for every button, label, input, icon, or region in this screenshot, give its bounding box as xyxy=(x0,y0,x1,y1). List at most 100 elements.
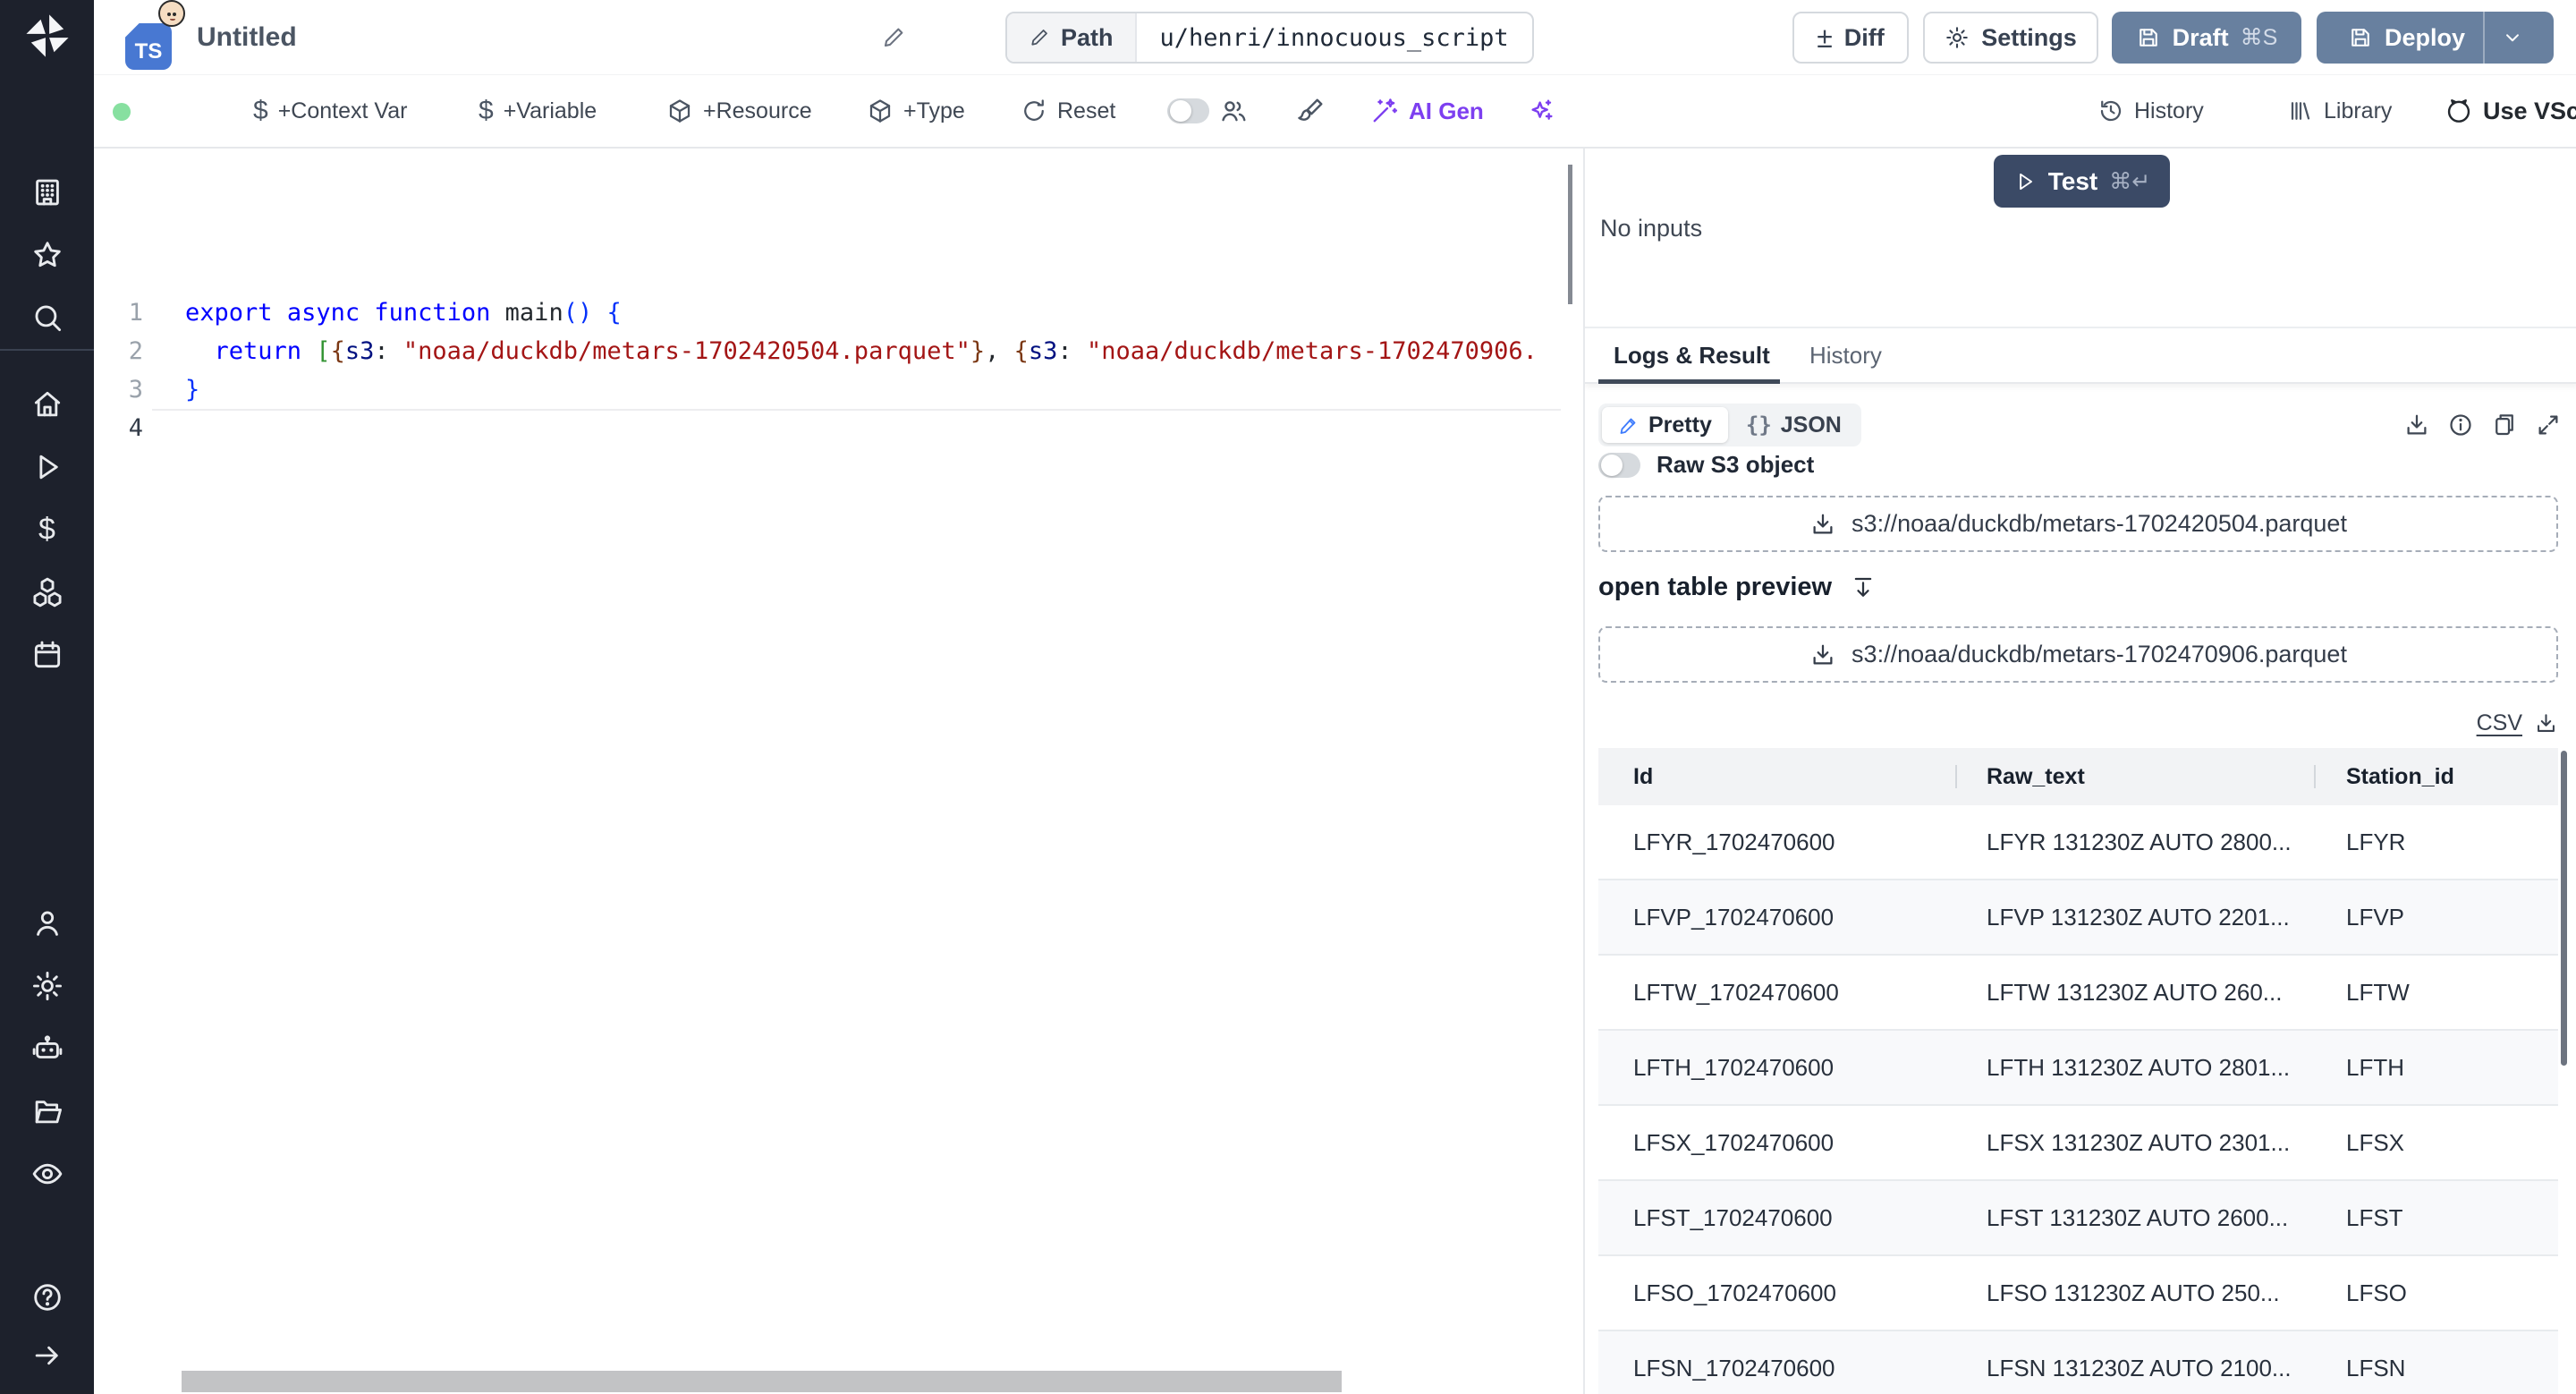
no-inputs-text: No inputs xyxy=(1600,215,1703,242)
tab-logs-result[interactable]: Logs & Result xyxy=(1614,328,1770,382)
add-context-var-label: +Context Var xyxy=(277,98,408,123)
info-icon[interactable] xyxy=(2447,412,2474,438)
sidebar-item-settings[interactable] xyxy=(30,969,64,1003)
add-type-button[interactable]: +Type xyxy=(867,75,965,147)
table-body: LFYR_1702470600 LFYR 131230Z AUTO 2800...… xyxy=(1598,805,2558,1394)
copy-clipboard-icon[interactable] xyxy=(2491,412,2518,438)
csv-export[interactable]: CSV xyxy=(2477,710,2558,736)
draft-button[interactable]: Draft ⌘S xyxy=(2112,12,2301,64)
path-value[interactable]: u/henri/innocuous_script xyxy=(1137,13,1532,62)
add-resource-button[interactable]: +Resource xyxy=(666,75,812,147)
windmill-app: $ TS Untitled Path u/henri/innocuous_scr… xyxy=(0,0,2576,1394)
s3-file-2-label: s3://noaa/duckdb/metars-1702470906.parqu… xyxy=(1852,641,2347,667)
column-separator xyxy=(1955,765,1957,788)
add-context-var-button[interactable]: $ +Context Var xyxy=(253,75,407,147)
table-row: LFYR_1702470600 LFYR 131230Z AUTO 2800...… xyxy=(1598,805,2558,880)
table-cell: LFSN 131230Z AUTO 2100... xyxy=(1987,1354,2292,1381)
column-header-station-id: Station_id xyxy=(2346,763,2454,789)
table-row: LFSO_1702470600 LFSO 131230Z AUTO 250... L… xyxy=(1598,1256,2558,1331)
sidebar-item-favorites[interactable] xyxy=(30,238,64,272)
braces-icon: {} xyxy=(1745,412,1772,438)
code-editor[interactable]: 1 2 3 4 export async function main() { retu… xyxy=(94,149,1583,1394)
sidebar-item-users[interactable] xyxy=(30,906,64,940)
pencil-icon xyxy=(1029,27,1050,48)
chevron-down-icon[interactable] xyxy=(2501,26,2524,49)
sidebar-item-runs[interactable] xyxy=(30,450,64,484)
code-line[interactable] xyxy=(185,409,1538,447)
help-icon[interactable] xyxy=(30,1280,64,1314)
table-scrollbar[interactable] xyxy=(2561,751,2567,1066)
run-panel: Test ⌘↵ No inputs Logs & Result History … xyxy=(1583,149,2576,1394)
ai-sparkles-button[interactable] xyxy=(1527,75,1555,147)
package-icon xyxy=(666,98,693,124)
table-row: LFST_1702470600 LFST 131230Z AUTO 2600...… xyxy=(1598,1181,2558,1256)
table-cell: LFST_1702470600 xyxy=(1633,1203,1833,1231)
add-variable-button[interactable]: $ +Variable xyxy=(479,75,597,147)
deploy-button[interactable]: Deploy xyxy=(2317,12,2554,64)
sidebar-item-home[interactable] xyxy=(30,387,64,421)
csv-link[interactable]: CSV xyxy=(2477,710,2522,736)
code-line[interactable]: export async function main() { xyxy=(185,293,1538,332)
pretty-view-button[interactable]: Pretty xyxy=(1602,407,1728,443)
table-cell: LFST xyxy=(2346,1203,2403,1231)
editor-horizontal-scrollbar[interactable] xyxy=(182,1371,1342,1392)
edit-summary-pencil-icon[interactable] xyxy=(881,25,906,50)
code-line[interactable]: } xyxy=(185,370,1538,409)
test-button[interactable]: Test ⌘↵ xyxy=(1994,155,2170,208)
s3-download-button-1[interactable]: s3://noaa/duckdb/metars-1702420504.parqu… xyxy=(1598,496,2558,552)
format-button[interactable] xyxy=(1296,75,1325,147)
table-row: LFSX_1702470600 LFSX 131230Z AUTO 2301...… xyxy=(1598,1106,2558,1181)
raw-s3-label: Raw S3 object xyxy=(1657,451,1815,478)
use-vscode-button[interactable]: Use VScode xyxy=(2445,75,2576,147)
header: TS Untitled Path u/henri/innocuous_scrip… xyxy=(94,0,2576,75)
table-row: LFVP_1702470600 LFVP 131230Z AUTO 2201...… xyxy=(1598,880,2558,956)
open-table-preview-label: open table preview xyxy=(1598,573,1833,601)
package-icon xyxy=(867,98,894,124)
settings-button[interactable]: Settings xyxy=(1923,12,2098,64)
windmill-logo-icon[interactable] xyxy=(22,11,72,61)
diff-button[interactable]: ± Diff xyxy=(1792,12,1909,64)
path-input[interactable]: Path u/henri/innocuous_script xyxy=(1005,12,1534,64)
sidebar-item-folders[interactable] xyxy=(30,1094,64,1128)
search-icon[interactable] xyxy=(30,301,64,335)
s3-download-button-2[interactable]: s3://noaa/duckdb/metars-1702470906.parqu… xyxy=(1598,626,2558,683)
settings-button-label: Settings xyxy=(1981,23,2077,51)
s3-file-1-label: s3://noaa/duckdb/metars-1702420504.parqu… xyxy=(1852,510,2347,537)
sidebar-item-schedules[interactable] xyxy=(30,638,64,672)
path-label-segment: Path xyxy=(1007,13,1137,62)
collapse-sidebar-icon[interactable] xyxy=(30,1339,64,1373)
json-label: JSON xyxy=(1780,412,1842,438)
draft-button-label: Draft xyxy=(2172,23,2229,51)
editor-vertical-scrollbar[interactable] xyxy=(1568,165,1572,304)
reset-button[interactable]: Reset xyxy=(1021,75,1115,147)
code-content[interactable]: export async function main() { return [{… xyxy=(185,293,1538,447)
raw-s3-toggle[interactable] xyxy=(1598,452,1640,478)
ai-gen-button[interactable]: AI Gen xyxy=(1370,75,1484,147)
code-line[interactable]: return [{s3: "noaa/duckdb/metars-1702420… xyxy=(185,332,1538,370)
sidebar-item-workspace[interactable] xyxy=(30,175,64,209)
multiplayer-toggle[interactable] xyxy=(1167,98,1209,123)
dollar-icon: $ xyxy=(253,96,268,125)
table-header: Id Raw_text Station_id xyxy=(1598,748,2558,805)
line-numbers: 1 2 3 4 xyxy=(94,293,143,447)
json-view-button[interactable]: {} JSON xyxy=(1730,407,1858,443)
save-icon xyxy=(2348,25,2373,50)
sidebar-item-workers[interactable] xyxy=(30,1032,64,1066)
typescript-badge-label: TS xyxy=(134,39,163,64)
sidebar-item-audit[interactable] xyxy=(30,1157,64,1191)
download-icon xyxy=(1809,642,1836,668)
status-dot xyxy=(113,103,131,121)
expand-icon[interactable] xyxy=(2535,412,2562,438)
sidebar-divider xyxy=(0,349,94,351)
download-icon[interactable] xyxy=(2403,412,2430,438)
script-history-button[interactable]: History xyxy=(2097,75,2204,147)
arrow-down-from-line-icon[interactable] xyxy=(1850,574,1877,601)
library-button[interactable]: Library xyxy=(2287,75,2392,147)
sidebar-item-variables[interactable]: $ xyxy=(38,513,55,548)
tab-history[interactable]: History xyxy=(1809,328,1882,382)
result-view-switch: Pretty {} JSON xyxy=(1598,404,1861,446)
add-variable-label: +Variable xyxy=(503,98,597,123)
sidebar-item-resources[interactable] xyxy=(30,575,64,609)
script-history-label: History xyxy=(2134,98,2204,123)
reset-label: Reset xyxy=(1057,98,1116,123)
